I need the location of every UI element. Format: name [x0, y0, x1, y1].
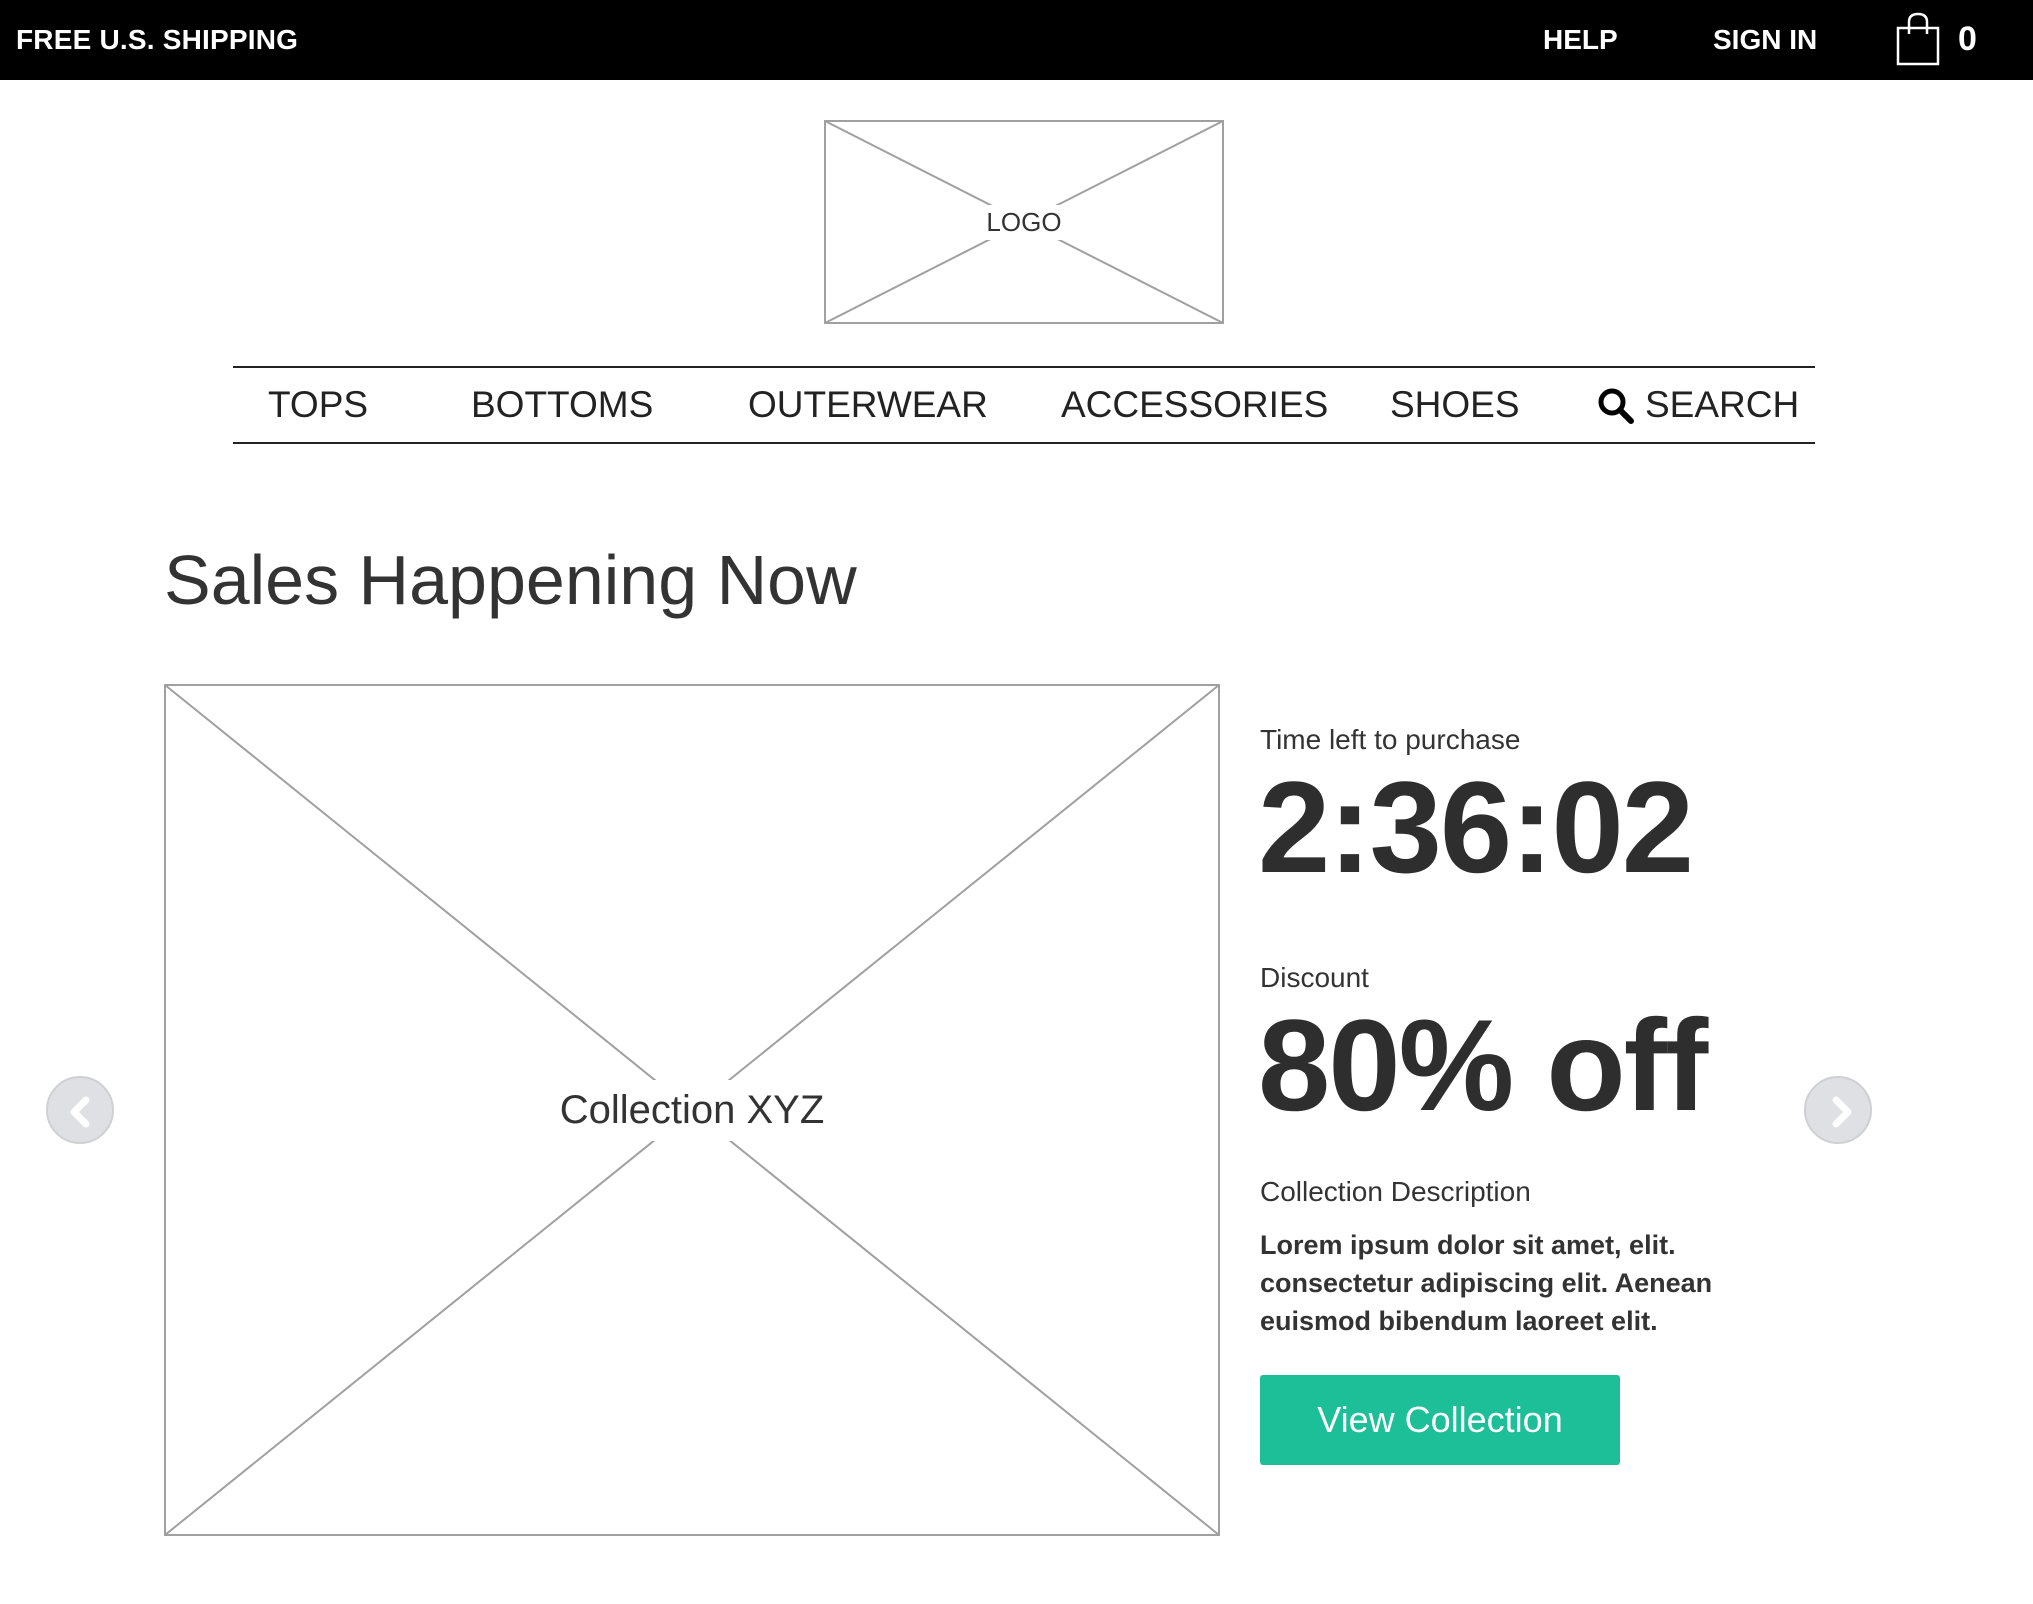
section-title: Sales Happening Now [164, 541, 857, 619]
description-line: euismod bibendum laoreet elit. [1260, 1306, 1658, 1336]
shopping-bag-icon[interactable] [1894, 12, 1942, 66]
collection-image-placeholder[interactable]: Collection XYZ [164, 684, 1220, 1536]
nav-item-shoes[interactable]: SHOES [1390, 368, 1520, 442]
top-bar: FREE U.S. SHIPPING HELP SIGN IN 0 [0, 0, 2033, 80]
countdown-timer: 2:36:02 [1258, 754, 1694, 900]
view-collection-button[interactable]: View Collection [1260, 1375, 1620, 1465]
description-line: Lorem ipsum dolor sit amet, elit. [1260, 1230, 1676, 1260]
logo-placeholder[interactable]: LOGO [824, 120, 1224, 324]
collection-image-label: Collection XYZ [545, 1079, 839, 1141]
main-nav: TOPS BOTTOMS OUTERWEAR ACCESSORIES SHOES… [233, 366, 1815, 444]
carousel-next-button[interactable] [1804, 1076, 1872, 1144]
chevron-left-icon [70, 1096, 90, 1128]
nav-item-accessories[interactable]: ACCESSORIES [1061, 368, 1328, 442]
cart-count[interactable]: 0 [1958, 0, 1977, 80]
sign-in-link[interactable]: SIGN IN [1713, 0, 1817, 80]
help-link[interactable]: HELP [1543, 0, 1618, 80]
search-icon[interactable] [1597, 387, 1635, 425]
collection-description-label: Collection Description [1260, 1176, 1531, 1207]
carousel-prev-button[interactable] [46, 1076, 114, 1144]
nav-item-bottoms[interactable]: BOTTOMS [471, 368, 653, 442]
collection-description: Lorem ipsum dolor sit amet, elit. consec… [1260, 1226, 1820, 1340]
logo-label: LOGO [978, 204, 1070, 240]
description-line: consectetur adipiscing elit. Aenean [1260, 1268, 1713, 1298]
nav-item-search[interactable]: SEARCH [1645, 368, 1799, 442]
time-left-label: Time left to purchase [1260, 724, 1521, 755]
logo-text-wrap: LOGO [824, 120, 1224, 324]
free-shipping-promo: FREE U.S. SHIPPING [16, 24, 299, 55]
nav-item-outerwear[interactable]: OUTERWEAR [748, 368, 988, 442]
discount-value: 80% off [1258, 992, 1708, 1138]
collection-image-label-wrap: Collection XYZ [164, 684, 1220, 1536]
nav-item-tops[interactable]: TOPS [268, 368, 368, 442]
discount-label: Discount [1260, 962, 1369, 993]
chevron-right-icon [1832, 1096, 1852, 1128]
